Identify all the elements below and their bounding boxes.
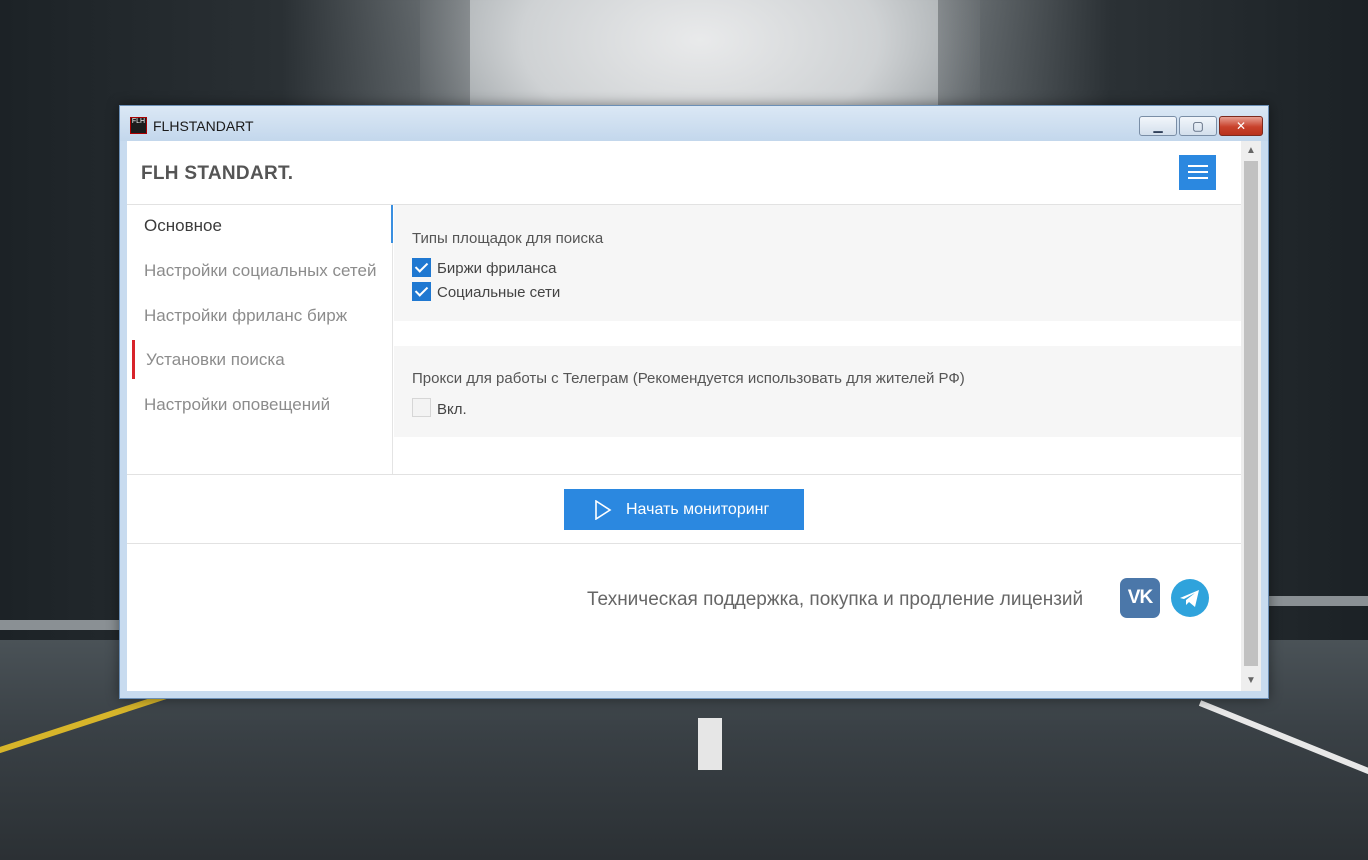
client-area: FLH STANDART. Основное Настройки социаль…: [127, 141, 1261, 691]
search-types-section: Типы площадок для поиска Биржи фриланса …: [394, 205, 1241, 321]
social-checkbox-label[interactable]: Социальные сети: [437, 284, 560, 301]
proxy-checkbox-label[interactable]: Вкл.: [437, 401, 467, 418]
social-checkbox[interactable]: [412, 282, 431, 301]
brand-title: FLH STANDART.: [141, 163, 294, 184]
title-bar[interactable]: FLH FLHSTANDART ▁ ▢ ✕: [120, 106, 1268, 141]
telegram-plane-icon: [1180, 590, 1199, 607]
divider: [127, 474, 1241, 475]
freelance-checkbox-label[interactable]: Биржи фриланса: [437, 260, 556, 277]
background-guardrail: [1268, 596, 1368, 606]
minimize-button[interactable]: ▁: [1139, 116, 1177, 136]
sidebar-item-search-settings[interactable]: Установки поиска: [146, 350, 285, 370]
search-types-title: Типы площадок для поиска: [412, 230, 604, 247]
vertical-scrollbar[interactable]: ▲ ▼: [1241, 141, 1261, 691]
sidebar-item-freelance-settings[interactable]: Настройки фриланс бирж: [144, 306, 347, 326]
divider: [127, 543, 1241, 544]
sidebar-item-main[interactable]: Основное: [144, 216, 222, 236]
background-road-dash: [698, 718, 722, 770]
start-monitoring-label: Начать мониторинг: [626, 501, 770, 518]
app-window: FLH FLHSTANDART ▁ ▢ ✕ FLH STANDART. Осно…: [119, 105, 1269, 699]
maximize-button[interactable]: ▢: [1179, 116, 1217, 136]
scroll-down-arrow[interactable]: ▼: [1241, 672, 1261, 690]
sidebar-nav: Основное Настройки социальных сетей Наст…: [127, 205, 393, 474]
hamburger-icon: [1188, 177, 1208, 179]
menu-button[interactable]: [1179, 155, 1216, 190]
support-text: Техническая поддержка, покупка и продлен…: [587, 589, 1084, 610]
proxy-section: Прокси для работы с Телеграм (Рекомендуе…: [394, 346, 1241, 437]
close-button[interactable]: ✕: [1219, 116, 1263, 136]
scroll-thumb[interactable]: [1244, 161, 1258, 666]
app-header: FLH STANDART.: [127, 141, 1241, 205]
app-icon: FLH: [130, 117, 147, 134]
telegram-icon[interactable]: [1171, 579, 1209, 617]
background-guardrail: [0, 620, 125, 630]
hamburger-icon: [1188, 171, 1208, 173]
nav-selected-indicator: [132, 340, 135, 379]
play-icon: [595, 500, 612, 520]
proxy-title: Прокси для работы с Телеграм (Рекомендуе…: [412, 370, 965, 387]
scroll-up-arrow[interactable]: ▲: [1241, 142, 1261, 160]
nav-active-indicator: [391, 205, 393, 243]
start-monitoring-button[interactable]: Начать мониторинг: [564, 489, 804, 530]
window-title: FLHSTANDART: [153, 118, 254, 134]
hamburger-icon: [1188, 165, 1208, 167]
proxy-checkbox[interactable]: [412, 398, 431, 417]
freelance-checkbox[interactable]: [412, 258, 431, 277]
vk-icon[interactable]: VK: [1120, 578, 1160, 618]
sidebar-item-social-settings[interactable]: Настройки социальных сетей: [144, 261, 376, 281]
sidebar-item-notification-settings[interactable]: Настройки оповещений: [144, 395, 330, 415]
